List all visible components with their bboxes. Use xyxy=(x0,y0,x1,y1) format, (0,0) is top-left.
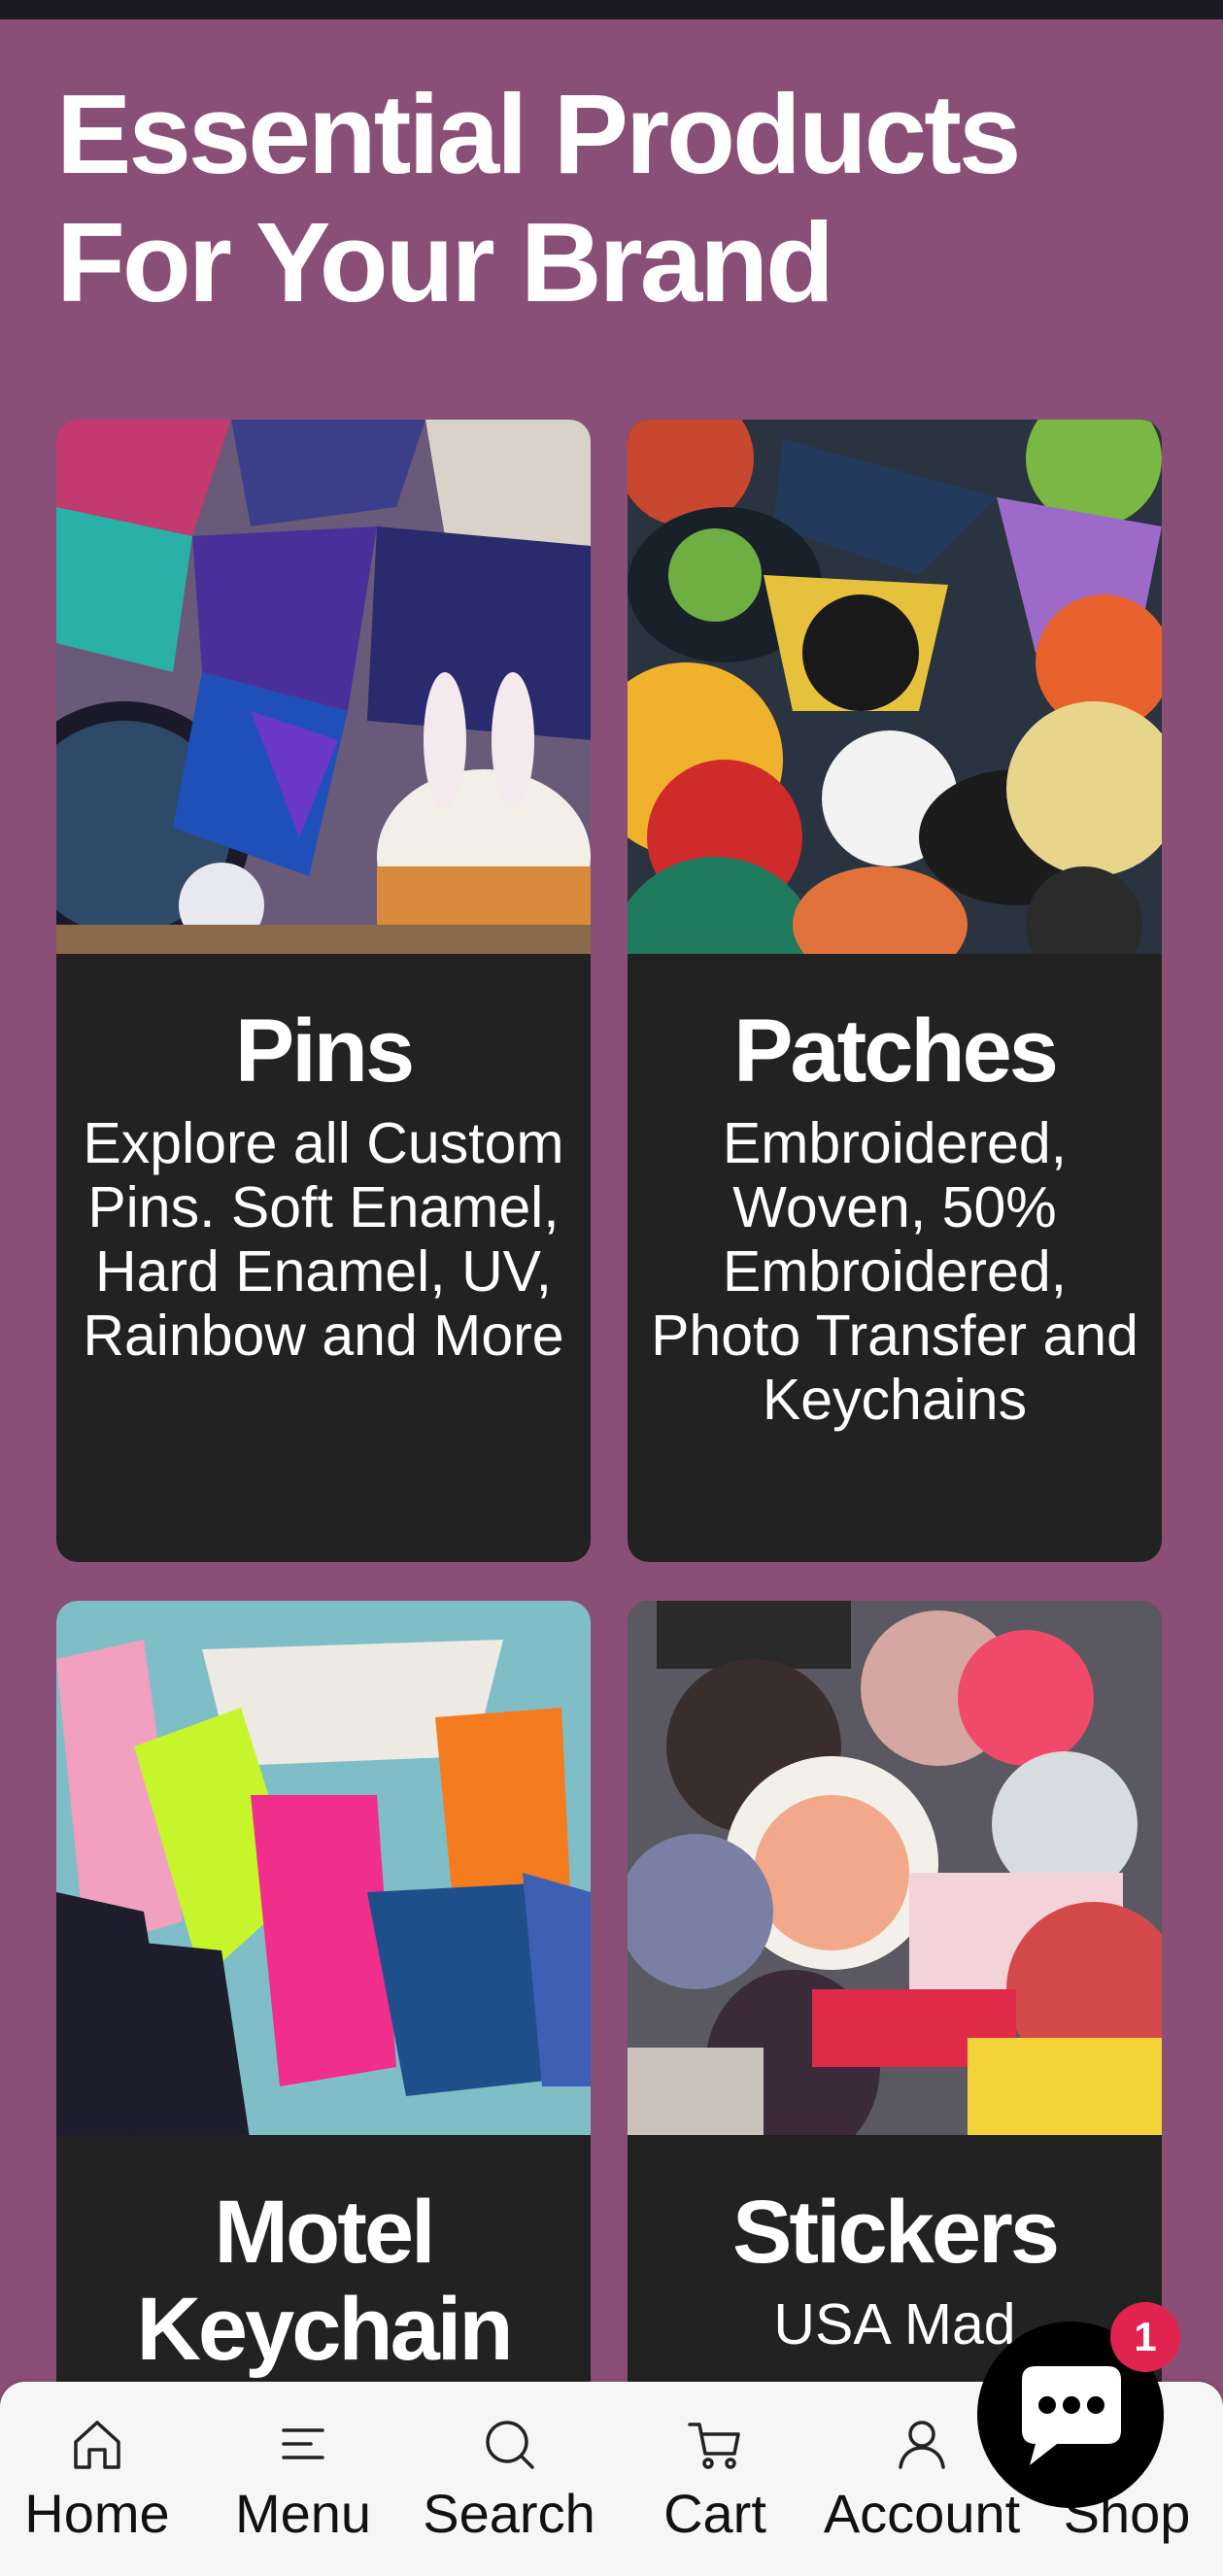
product-card-pins[interactable]: Pins Explore all Custom Pins. Soft Ename… xyxy=(56,420,591,1562)
menu-icon xyxy=(282,2428,324,2459)
pins-photo xyxy=(56,420,591,954)
stickers-photo xyxy=(628,1601,1162,2135)
product-title: Patches xyxy=(733,1001,1059,1101)
section-heading: Essential Products For Your Brand xyxy=(56,70,1183,326)
account-icon xyxy=(899,2421,945,2469)
heading-line-1: Essential Products xyxy=(56,71,1021,197)
nav-label: Cart xyxy=(663,2483,766,2544)
product-description: Explore all Custom Pins. Soft Enamel, Ha… xyxy=(83,1111,564,1368)
nav-home[interactable]: Home xyxy=(0,2382,194,2576)
home-icon xyxy=(74,2421,120,2469)
nav-menu[interactable]: Menu xyxy=(206,2382,400,2576)
heading-line-2: For Your Brand xyxy=(56,199,834,325)
status-bar xyxy=(0,0,1223,19)
search-icon xyxy=(486,2421,534,2469)
nav-search[interactable]: Search xyxy=(412,2382,606,2576)
product-title: Pins xyxy=(234,1001,415,1101)
product-description: Embroidered, Woven, 50% Embroidered, Pho… xyxy=(651,1111,1138,1432)
nav-label: Menu xyxy=(234,2483,372,2544)
nav-label: Search xyxy=(423,2483,595,2544)
product-card-patches[interactable]: Patches Embroidered, Woven, 50% Embroide… xyxy=(628,420,1162,1562)
product-title: Stickers xyxy=(731,2183,1060,2282)
product-card-motel-keychain[interactable]: Motel Keychain xyxy=(56,1601,591,2475)
product-title: Motel Keychain xyxy=(136,2183,513,2379)
chat-unread-badge: 1 xyxy=(1110,2302,1180,2372)
nav-label: Home xyxy=(24,2483,170,2544)
motel-keychain-photo xyxy=(56,1601,591,2135)
patches-photo xyxy=(628,420,1162,954)
products-section: Essential Products For Your Brand Pins E… xyxy=(0,19,1223,2576)
cart-icon xyxy=(688,2423,740,2469)
nav-cart[interactable]: Cart xyxy=(618,2382,812,2576)
